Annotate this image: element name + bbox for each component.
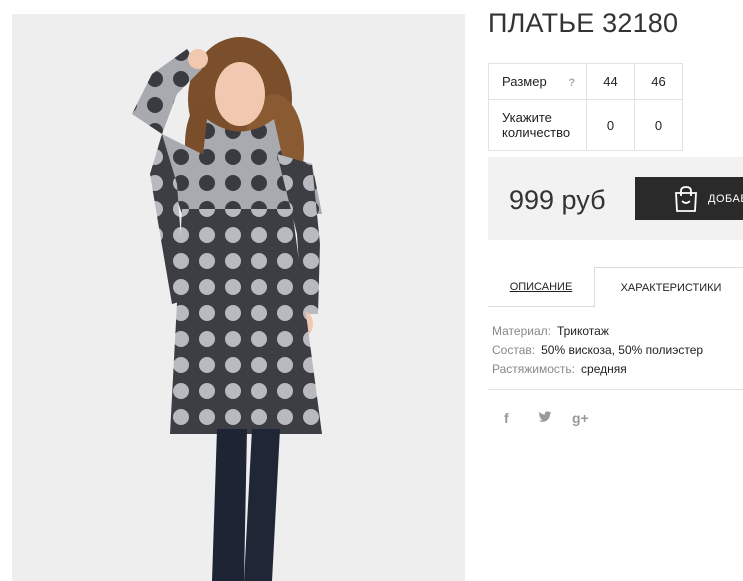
quantity-row: Укажите количество 0 0 bbox=[488, 99, 683, 151]
twitter-icon[interactable] bbox=[538, 410, 572, 426]
characteristic-key: Материал: bbox=[492, 324, 551, 338]
add-to-cart-label: ДОБАВ bbox=[708, 192, 743, 205]
shopping-bag-icon bbox=[675, 185, 697, 212]
characteristic-row: Материал: Трикотаж bbox=[492, 322, 703, 341]
characteristic-key: Растяжимость: bbox=[492, 362, 576, 376]
add-to-cart-button[interactable]: ДОБАВ bbox=[635, 177, 743, 220]
help-icon[interactable]: ? bbox=[568, 77, 575, 89]
product-tabs: ОПИСАНИЕ ХАРАКТЕРИСТИКИ bbox=[488, 267, 743, 308]
twitter-bird-icon bbox=[538, 411, 552, 422]
google-plus-icon[interactable]: g+ bbox=[572, 410, 606, 426]
characteristic-key: Состав: bbox=[492, 343, 536, 357]
product-page: ПЛАТЬЕ 32180 Размер ? 44 46 Укажите коли… bbox=[0, 0, 743, 581]
product-price: 999 руб bbox=[509, 185, 606, 215]
size-row: Размер ? 44 46 bbox=[488, 63, 683, 100]
size-46: 46 bbox=[634, 63, 683, 100]
dress-model-illustration bbox=[132, 37, 322, 581]
tab-characteristics[interactable]: ХАРАКТЕРИСТИКИ bbox=[594, 267, 743, 308]
characteristic-value: 50% вискоза, 50% полиэстер bbox=[541, 343, 704, 357]
characteristic-value: Трикотаж bbox=[556, 324, 609, 338]
characteristic-value: средняя bbox=[581, 362, 627, 376]
size-table: Размер ? 44 46 Укажите количество 0 0 bbox=[488, 63, 683, 151]
quantity-input-46[interactable]: 0 bbox=[634, 99, 683, 151]
product-title: ПЛАТЬЕ 32180 bbox=[488, 8, 679, 38]
tab-description[interactable]: ОПИСАНИЕ bbox=[488, 267, 594, 307]
size-44: 44 bbox=[586, 63, 635, 100]
social-share: f g+ bbox=[504, 410, 606, 426]
quantity-label: Укажите количество bbox=[488, 99, 587, 151]
characteristic-row: Состав: 50% вискоза, 50% полиэстер bbox=[492, 341, 703, 360]
size-label: Размер bbox=[502, 74, 547, 89]
facebook-icon[interactable]: f bbox=[504, 410, 538, 426]
size-label-cell: Размер ? bbox=[488, 63, 587, 100]
quantity-input-44[interactable]: 0 bbox=[586, 99, 635, 151]
characteristic-row: Растяжимость: средняя bbox=[492, 360, 703, 379]
characteristics-list: Материал: Трикотаж Состав: 50% вискоза, 50… bbox=[492, 322, 703, 379]
price-box: 999 руб ДОБАВ bbox=[488, 157, 743, 240]
tab-description-label: ОПИСАНИЕ bbox=[509, 281, 573, 293]
tab-characteristics-label: ХАРАКТЕРИСТИКИ bbox=[620, 281, 722, 294]
product-photo[interactable] bbox=[12, 14, 465, 581]
divider bbox=[488, 389, 743, 390]
